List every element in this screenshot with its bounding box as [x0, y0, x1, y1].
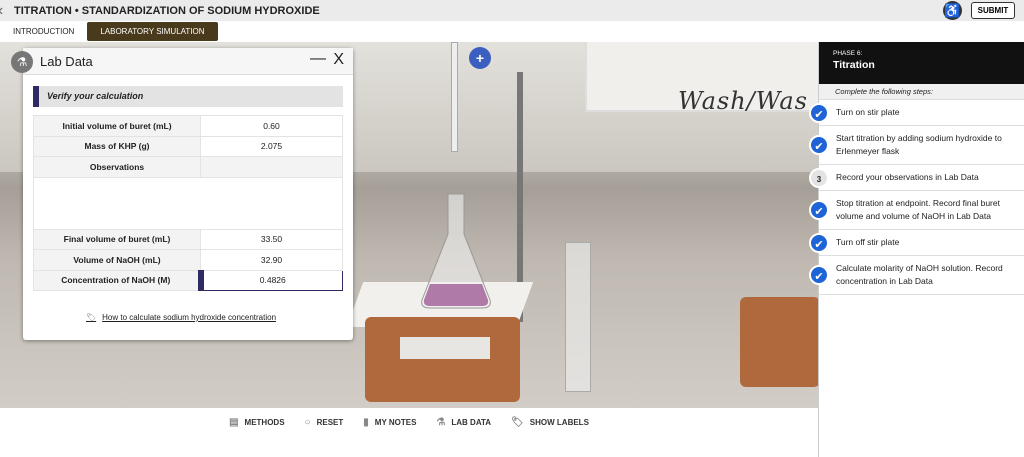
sink-label: Wash/Was: [678, 87, 808, 115]
naoh-concentration-field[interactable]: 0.4826: [197, 269, 343, 291]
step-text: Calculate molarity of NaOH solution. Rec…: [836, 263, 1003, 286]
table-row: Observations: [33, 156, 343, 178]
row-label: Volume of NaOH (mL): [33, 249, 201, 271]
reset-icon: ○: [304, 417, 311, 428]
show-labels-button[interactable]: 🏷 SHOW LABELS: [511, 417, 589, 428]
page-title: TITRATION • STANDARDIZATION OF SODIUM HY…: [14, 4, 320, 17]
reset-label: RESET: [316, 418, 344, 427]
row-label: Observations: [33, 156, 201, 178]
tag-icon: 🏷: [86, 313, 97, 322]
instructions: Complete the following steps:: [819, 84, 1024, 100]
step-item: ✔ Calculate molarity of NaOH solution. Re…: [809, 256, 1024, 295]
check-icon: ✔: [809, 200, 829, 220]
initial-volume-field[interactable]: 0.60: [200, 115, 343, 137]
check-icon: ✔: [809, 102, 829, 123]
show-labels-label: SHOW LABELS: [529, 418, 589, 427]
buret[interactable]: [451, 42, 458, 152]
lab-data-title: Lab Data: [40, 53, 93, 69]
lab-data-header[interactable]: ⚗ Lab Data — X: [11, 48, 353, 75]
step-item: ✔ Stop titration at endpoint. Record fina…: [809, 191, 1024, 230]
check-icon: ✔: [809, 232, 829, 253]
accessibility-icon[interactable]: ♿: [943, 1, 962, 20]
step-number: 3: [809, 167, 829, 188]
erlenmeyer-flask[interactable]: [420, 192, 492, 310]
reset-button[interactable]: ○ RESET: [305, 417, 344, 428]
step-item: ✔ Turn off stir plate: [809, 230, 1024, 256]
graduated-cylinder[interactable]: [565, 242, 591, 392]
methods-button[interactable]: ▤ METHODS: [229, 417, 284, 428]
row-label: Mass of KHP (g): [33, 135, 201, 157]
lab-data-button[interactable]: ⚗ LAB DATA: [436, 417, 491, 428]
step-text: Turn on stir plate: [836, 107, 900, 117]
close-button[interactable]: X: [333, 51, 344, 69]
zoom-in-icon[interactable]: +: [469, 47, 491, 69]
table-row: Mass of KHP (g) 2.075: [33, 135, 343, 157]
step-text: Start titration by adding sodium hydroxi…: [836, 133, 1002, 156]
section-heading: Verify your calculation: [33, 86, 343, 107]
tab-introduction[interactable]: INTRODUCTION: [0, 22, 87, 41]
lab-data-label: LAB DATA: [451, 418, 492, 427]
title-bar: ‹ TITRATION • STANDARDIZATION OF SODIUM …: [0, 0, 1024, 21]
table-row: Final volume of buret (mL) 33.50: [33, 228, 343, 250]
table-row: Volume of NaOH (mL) 32.90: [33, 249, 343, 271]
phase-number: PHASE 6:: [833, 50, 863, 57]
my-notes-label: MY NOTES: [374, 418, 417, 427]
table-row: Concentration of NaOH (M) 0.4826: [33, 269, 343, 291]
step-item: ✔ Turn on stir plate: [809, 100, 1024, 126]
tab-laboratory-simulation[interactable]: LABORATORY SIMULATION: [87, 22, 218, 41]
table-row: Initial volume of buret (mL) 0.60: [33, 115, 343, 137]
stir-plate[interactable]: [365, 317, 520, 402]
methods-label: METHODS: [244, 418, 285, 427]
row-label: Concentration of NaOH (M): [33, 269, 201, 291]
observations-field[interactable]: [33, 176, 343, 230]
naoh-volume-field[interactable]: 32.90: [200, 249, 343, 271]
notes-icon: ▮: [363, 417, 369, 428]
row-label: Final volume of buret (mL): [33, 228, 201, 250]
methods-icon: ▤: [229, 417, 239, 428]
submit-button[interactable]: SUBMIT: [971, 2, 1015, 19]
my-notes-button[interactable]: ▮ MY NOTES: [363, 417, 416, 428]
check-icon: ✔: [809, 265, 829, 285]
step-text: Stop titration at endpoint. Record final…: [836, 198, 1000, 221]
second-stir-plate: [740, 297, 818, 387]
final-volume-field[interactable]: 33.50: [200, 228, 343, 250]
check-icon: ✔: [809, 135, 829, 155]
help-link-text[interactable]: How to calculate sodium hydroxide concen…: [102, 313, 276, 322]
phase-header: PHASE 6: Titration: [819, 42, 1024, 84]
bottom-toolbar: ▤ METHODS ○ RESET ▮ MY NOTES ⚗ LAB DATA 🏷 SHO…: [0, 408, 818, 437]
step-item: 3 Record your observations in Lab Data: [809, 165, 1024, 191]
flask-icon: ⚗: [11, 51, 33, 73]
lab-data-panel: ⚗ Lab Data — X Verify your calculation I…: [11, 48, 353, 340]
lab-data-table: Initial volume of buret (mL) 0.60 Mass of…: [33, 115, 343, 291]
step-text: Record your observations in Lab Data: [836, 172, 979, 182]
khp-mass-field[interactable]: 2.075: [200, 135, 343, 157]
table-row: [33, 176, 343, 230]
observations-header-cell: [200, 156, 343, 178]
stir-plate-display: [400, 337, 490, 359]
phase-panel: PHASE 6: Titration Complete the followin…: [809, 42, 1024, 457]
step-item: ✔ Start titration by adding sodium hydrox…: [809, 126, 1024, 165]
help-link[interactable]: 🏷 How to calculate sodium hydroxide conce…: [86, 313, 276, 322]
minimize-button[interactable]: —: [310, 50, 326, 68]
tab-bar: INTRODUCTION LABORATORY SIMULATION: [0, 21, 1024, 42]
phase-title: Titration: [833, 59, 875, 71]
step-text: Turn off stir plate: [836, 237, 900, 247]
tag-icon: 🏷: [511, 417, 524, 428]
row-label: Initial volume of buret (mL): [33, 115, 201, 137]
flask-icon: ⚗: [436, 417, 446, 428]
back-chevron-icon[interactable]: ‹: [0, 2, 10, 20]
